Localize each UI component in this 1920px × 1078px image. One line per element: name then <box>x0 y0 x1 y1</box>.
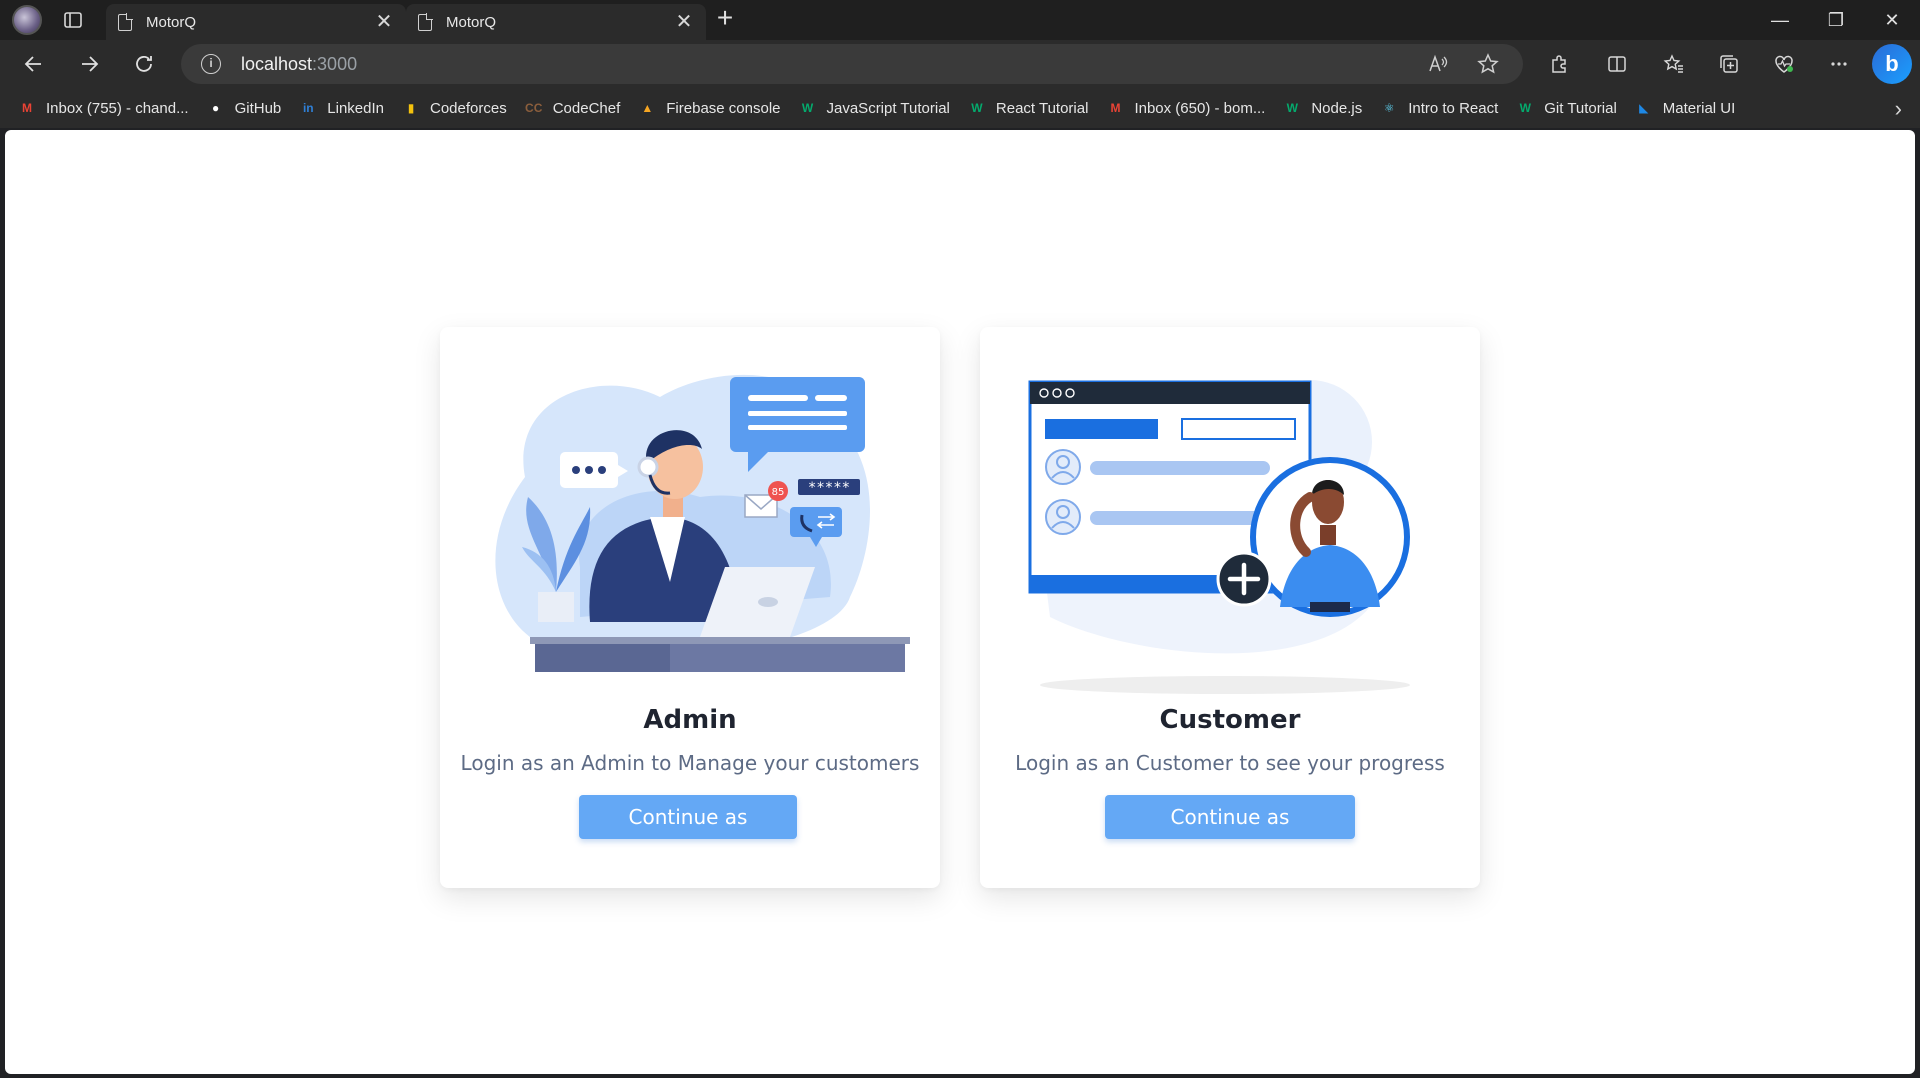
bookmark-label: GitHub <box>234 99 282 117</box>
url-host: localhost <box>241 54 313 74</box>
url-port: :3000 <box>312 54 358 74</box>
back-button[interactable] <box>18 48 50 80</box>
bookmark-item[interactable]: W React Tutorial <box>968 99 1089 117</box>
reload-button[interactable] <box>128 48 160 80</box>
firebase-icon: ▲ <box>641 101 654 115</box>
bookmark-item[interactable]: ⚛ Intro to React <box>1380 99 1498 117</box>
plant-pot <box>538 592 574 622</box>
admin-title: Admin <box>643 705 737 735</box>
react-icon: ⚛ <box>1383 101 1395 115</box>
bookmark-item[interactable]: W JavaScript Tutorial <box>799 99 950 117</box>
minimize-button[interactable]: — <box>1752 0 1808 40</box>
bookmark-label: Firebase console <box>666 99 781 117</box>
close-icon[interactable]: ✕ <box>674 12 694 32</box>
page-icon <box>118 12 133 31</box>
password-mask: ***** <box>808 480 850 496</box>
bookmark-item[interactable]: ◣ Material UI <box>1635 99 1736 117</box>
profile-avatar[interactable] <box>12 5 42 35</box>
w3schools-icon: W <box>971 101 983 115</box>
copilot-icon[interactable]: b <box>1872 44 1912 84</box>
w3schools-icon: W <box>801 101 814 115</box>
more-options-icon[interactable] <box>1825 50 1853 78</box>
bookmark-item[interactable]: in LinkedIn <box>299 99 384 117</box>
bookmark-label: React Tutorial <box>995 99 1089 117</box>
window-controls: — ❐ ✕ <box>1752 0 1920 40</box>
reload-icon <box>136 56 152 72</box>
read-aloud-icon[interactable] <box>1427 53 1449 81</box>
bookmark-label: Inbox (755) - chand... <box>46 99 189 117</box>
bookmark-label: Inbox (650) - bom... <box>1134 99 1266 117</box>
customer-profile-illustration <box>1028 380 1410 694</box>
bookmark-label: Node.js <box>1311 99 1363 117</box>
w3schools-icon: W <box>1519 101 1531 115</box>
split-screen-icon[interactable] <box>1603 50 1631 78</box>
mui-icon: ◣ <box>1639 101 1649 115</box>
tab-strip: MotorQ ✕ MotorQ ✕ + — ❐ ✕ <box>0 0 1920 40</box>
bookmark-item[interactable]: CC CodeChef <box>525 99 621 117</box>
back-arrow-icon <box>24 56 41 72</box>
close-icon[interactable]: ✕ <box>374 12 394 32</box>
bookmark-item[interactable]: ▮ Codeforces <box>402 99 507 117</box>
admin-description: Login as an Admin to Manage your custome… <box>460 751 920 775</box>
admin-support-illustration: 85 ***** <box>495 374 910 672</box>
browser-essentials-icon[interactable] <box>1770 50 1798 78</box>
tab-title: MotorQ <box>446 13 497 31</box>
bookmark-label: LinkedIn <box>327 99 384 117</box>
bookmark-item[interactable]: ▲ Firebase console <box>638 99 780 117</box>
tab-motorq-1[interactable]: MotorQ ✕ <box>106 4 406 40</box>
bookmark-label: Intro to React <box>1408 99 1499 117</box>
site-info-icon[interactable]: i <box>201 54 221 74</box>
tab-title: MotorQ <box>146 13 197 31</box>
continue-as-customer-button[interactable]: Continue as Customer <box>1105 795 1355 873</box>
chevron-right-icon[interactable]: › <box>1895 96 1902 122</box>
customer-title: Customer <box>1159 705 1301 735</box>
address-bar[interactable]: i localhost:3000 <box>181 44 1523 84</box>
tab-actions-icon[interactable] <box>62 9 84 31</box>
bookmark-label: Material UI <box>1662 99 1736 117</box>
continue-as-admin-button[interactable]: Continue as Admin <box>579 795 797 873</box>
bookmark-item[interactable]: M Inbox (755) - chand... <box>18 99 189 117</box>
tab-motorq-2[interactable]: MotorQ ✕ <box>406 4 706 40</box>
codechef-icon: CC <box>525 101 543 115</box>
forward-button[interactable] <box>73 48 105 80</box>
url-text[interactable]: localhost:3000 <box>241 54 357 75</box>
customer-card: Customer Login as an Customer to see you… <box>980 327 1480 888</box>
browser-toolbar: i localhost:3000 b <box>0 40 1920 88</box>
bookmark-label: Codeforces <box>430 99 507 117</box>
collections-icon[interactable] <box>1715 50 1743 78</box>
admin-card: 85 ***** Admin Login as an Admin to Mana… <box>440 327 940 888</box>
bookmark-label: Git Tutorial <box>1544 99 1617 117</box>
bookmark-item[interactable]: W Git Tutorial <box>1516 99 1617 117</box>
gmail-icon: M <box>22 101 32 115</box>
bookmark-label: CodeChef <box>552 99 621 117</box>
headset-icon <box>637 456 659 478</box>
bookmark-item[interactable]: M Inbox (650) - bom... <box>1106 99 1265 117</box>
favorite-star-icon[interactable] <box>1477 53 1499 81</box>
bookmark-label: JavaScript Tutorial <box>826 99 950 117</box>
bookmark-item[interactable]: W Node.js <box>1283 99 1363 117</box>
favorites-icon[interactable] <box>1660 50 1688 78</box>
page-content: 85 ***** Admin Login as an Admin to Mana… <box>5 130 1915 1074</box>
linkedin-icon: in <box>302 101 314 115</box>
restore-button[interactable]: ❐ <box>1808 0 1864 40</box>
gmail-icon: M <box>1110 101 1121 115</box>
phone-call-icon <box>790 507 842 537</box>
customer-description: Login as an Customer to see your progres… <box>1015 751 1445 775</box>
ground-shadow <box>1040 676 1410 694</box>
bookmarks-bar: M Inbox (755) - chand... ● GitHub in LinkedIn… <box>0 88 1920 128</box>
extensions-icon[interactable] <box>1545 50 1573 78</box>
new-tab-button[interactable]: + <box>712 4 738 32</box>
github-icon: ● <box>211 101 220 115</box>
codeforces-icon: ▮ <box>407 101 415 115</box>
window-close-button[interactable]: ✕ <box>1864 0 1920 40</box>
badge-count: 85 <box>772 487 785 498</box>
page-icon <box>418 12 433 31</box>
bookmark-item[interactable]: ● GitHub <box>207 99 282 117</box>
desk <box>530 637 910 644</box>
forward-arrow-icon <box>82 56 99 72</box>
w3schools-icon: W <box>1286 101 1298 115</box>
